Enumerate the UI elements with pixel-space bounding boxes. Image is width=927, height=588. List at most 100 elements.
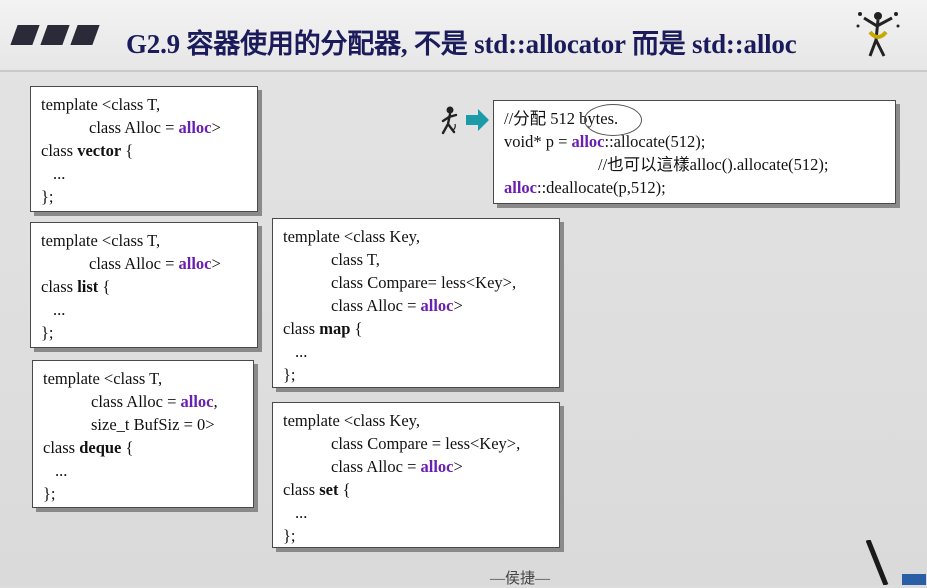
code-text: ... [53, 300, 66, 319]
code-text: ... [295, 503, 308, 522]
code-text: class [43, 438, 80, 457]
code-line: }; [41, 321, 247, 344]
title-divider [0, 70, 927, 72]
code-text: template <class T, [43, 369, 163, 388]
code-text: class [283, 319, 320, 338]
title-decoration-block-2 [40, 25, 70, 45]
title-decoration-block-1 [10, 25, 40, 45]
code-keyword: alloc [180, 392, 214, 411]
code-line: //分配 512 bytes. [502, 107, 887, 130]
code-text: }; [41, 323, 54, 342]
code-line: template <class Key, [283, 409, 549, 432]
code-text: > [211, 118, 221, 137]
code-box-vector: template <class T, class Alloc = alloc> … [30, 86, 258, 212]
code-line: ... [41, 298, 247, 321]
code-line: void* p = alloc::allocate(512); [502, 130, 887, 153]
running-man-figure [441, 106, 458, 135]
code-box-alloc-example: //分配 512 bytes. void* p = alloc::allocat… [493, 100, 896, 204]
code-line: class map { [283, 317, 549, 340]
code-box-set: template <class Key, class Compare = les… [272, 402, 560, 548]
code-text: > [453, 457, 463, 476]
code-text: class Alloc = [91, 392, 181, 411]
code-line: ... [41, 162, 247, 185]
code-text: ... [295, 342, 308, 361]
code-line: class set { [283, 478, 549, 501]
code-text: template <class T, [41, 231, 161, 250]
code-text: class Alloc = [89, 254, 179, 273]
code-classname: set [319, 480, 339, 499]
code-text: { [338, 480, 351, 499]
code-line: }; [41, 185, 247, 208]
title-decoration-block-3 [70, 25, 100, 45]
code-text: ::deallocate(p,512); [537, 178, 666, 197]
code-text: { [98, 277, 111, 296]
juggler-logo-icon [856, 12, 900, 57]
code-text: class Compare= less<Key>, [331, 273, 517, 292]
code-text: { [350, 319, 363, 338]
code-line: }; [283, 363, 549, 386]
code-text: class [283, 480, 320, 499]
code-text: class Alloc = [331, 457, 421, 476]
code-line: class Alloc = alloc> [283, 455, 549, 478]
code-text: class T, [331, 250, 380, 269]
code-line: alloc::deallocate(p,512); [502, 176, 887, 199]
code-classname: list [77, 277, 99, 296]
code-text: void* p = [504, 132, 572, 151]
code-comment: //也可以這樣alloc().allocate(512); [598, 155, 829, 174]
bytes-highlight-circle [584, 104, 642, 136]
code-keyword: alloc [420, 296, 454, 315]
code-text: class [41, 141, 78, 160]
running-man-icon [441, 106, 489, 135]
code-text: template <class Key, [283, 227, 420, 246]
code-line: ... [283, 501, 549, 524]
code-text: class Compare = less<Key>, [331, 434, 521, 453]
code-line: template <class T, [41, 229, 247, 252]
slide-title: G2.9 容器使用的分配器, 不是 std::allocator 而是 std:… [126, 29, 797, 59]
code-line: class Alloc = alloc> [41, 116, 247, 139]
code-text: ... [55, 461, 68, 480]
code-line: class Alloc = alloc> [283, 294, 549, 317]
code-line: class Alloc = alloc, [43, 390, 243, 413]
right-arrow-icon [466, 109, 489, 131]
code-text: }; [283, 526, 296, 545]
code-keyword: alloc [178, 254, 212, 273]
code-keyword: alloc [178, 118, 212, 137]
code-keyword: alloc [504, 178, 537, 197]
code-text: }; [41, 187, 54, 206]
code-line: class Alloc = alloc> [41, 252, 247, 275]
code-text: > [211, 254, 221, 273]
code-line: size_t BufSiz = 0> [43, 413, 243, 436]
slide: G2.9 容器使用的分配器, 不是 std::allocator 而是 std:… [0, 0, 927, 587]
code-line: class T, [283, 248, 549, 271]
code-keyword: alloc [571, 132, 605, 151]
code-line: class deque { [43, 436, 243, 459]
code-keyword: alloc [420, 457, 454, 476]
code-box-map: template <class Key, class T, class Comp… [272, 218, 560, 388]
code-text: class Alloc = [331, 296, 421, 315]
code-text: template <class T, [41, 95, 161, 114]
code-text: }; [43, 484, 56, 503]
code-text: }; [283, 365, 296, 384]
code-line: //也可以這樣alloc().allocate(512); [502, 153, 887, 176]
title-bar: G2.9 容器使用的分配器, 不是 std::allocator 而是 std:… [0, 0, 927, 72]
code-classname: vector [77, 141, 122, 160]
code-line: }; [43, 482, 243, 505]
code-line: class Compare = less<Key>, [283, 432, 549, 455]
code-text: { [121, 141, 134, 160]
code-text: { [121, 438, 134, 457]
code-text: ... [53, 164, 66, 183]
code-box-deque: template <class T, class Alloc = alloc, … [32, 360, 254, 508]
code-text: , [213, 392, 218, 411]
code-line: template <class T, [43, 367, 243, 390]
code-line: template <class Key, [283, 225, 549, 248]
code-line: class vector { [41, 139, 247, 162]
code-text: template <class Key, [283, 411, 420, 430]
code-text: class Alloc = [89, 118, 179, 137]
code-line: ... [43, 459, 243, 482]
code-text: class [41, 277, 78, 296]
code-text: size_t BufSiz = 0> [91, 415, 215, 434]
code-line: }; [283, 524, 549, 547]
code-line: class Compare= less<Key>, [283, 271, 549, 294]
code-line: ... [283, 340, 549, 363]
code-line: class list { [41, 275, 247, 298]
